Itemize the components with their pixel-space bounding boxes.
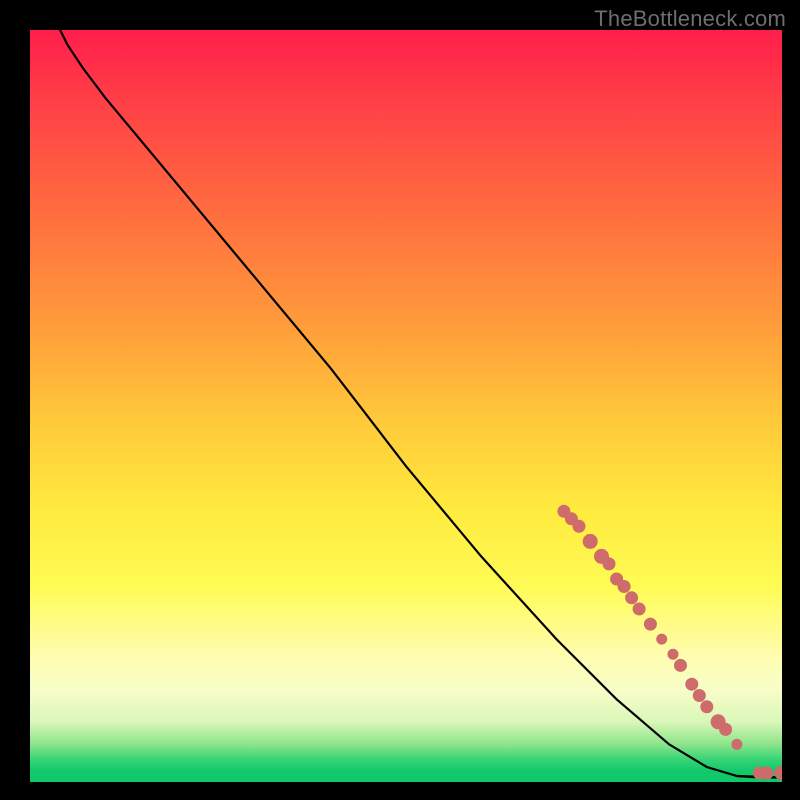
data-point	[657, 634, 667, 644]
data-point	[644, 618, 656, 630]
data-points-group	[558, 505, 782, 780]
data-point	[701, 701, 713, 713]
curve-line	[60, 30, 782, 778]
chart-frame: TheBottleneck.com	[0, 0, 800, 800]
plot-area	[30, 30, 782, 782]
data-point	[583, 534, 597, 548]
data-point	[626, 592, 638, 604]
data-point	[675, 659, 687, 671]
data-point	[668, 649, 678, 659]
data-point	[618, 581, 630, 593]
data-point	[633, 603, 645, 615]
data-point	[732, 739, 742, 749]
watermark-text: TheBottleneck.com	[594, 6, 786, 32]
data-point	[686, 678, 698, 690]
data-point	[761, 767, 773, 779]
data-point	[693, 690, 705, 702]
data-point	[573, 520, 585, 532]
chart-overlay	[30, 30, 782, 782]
data-point	[720, 723, 732, 735]
data-point	[603, 558, 615, 570]
